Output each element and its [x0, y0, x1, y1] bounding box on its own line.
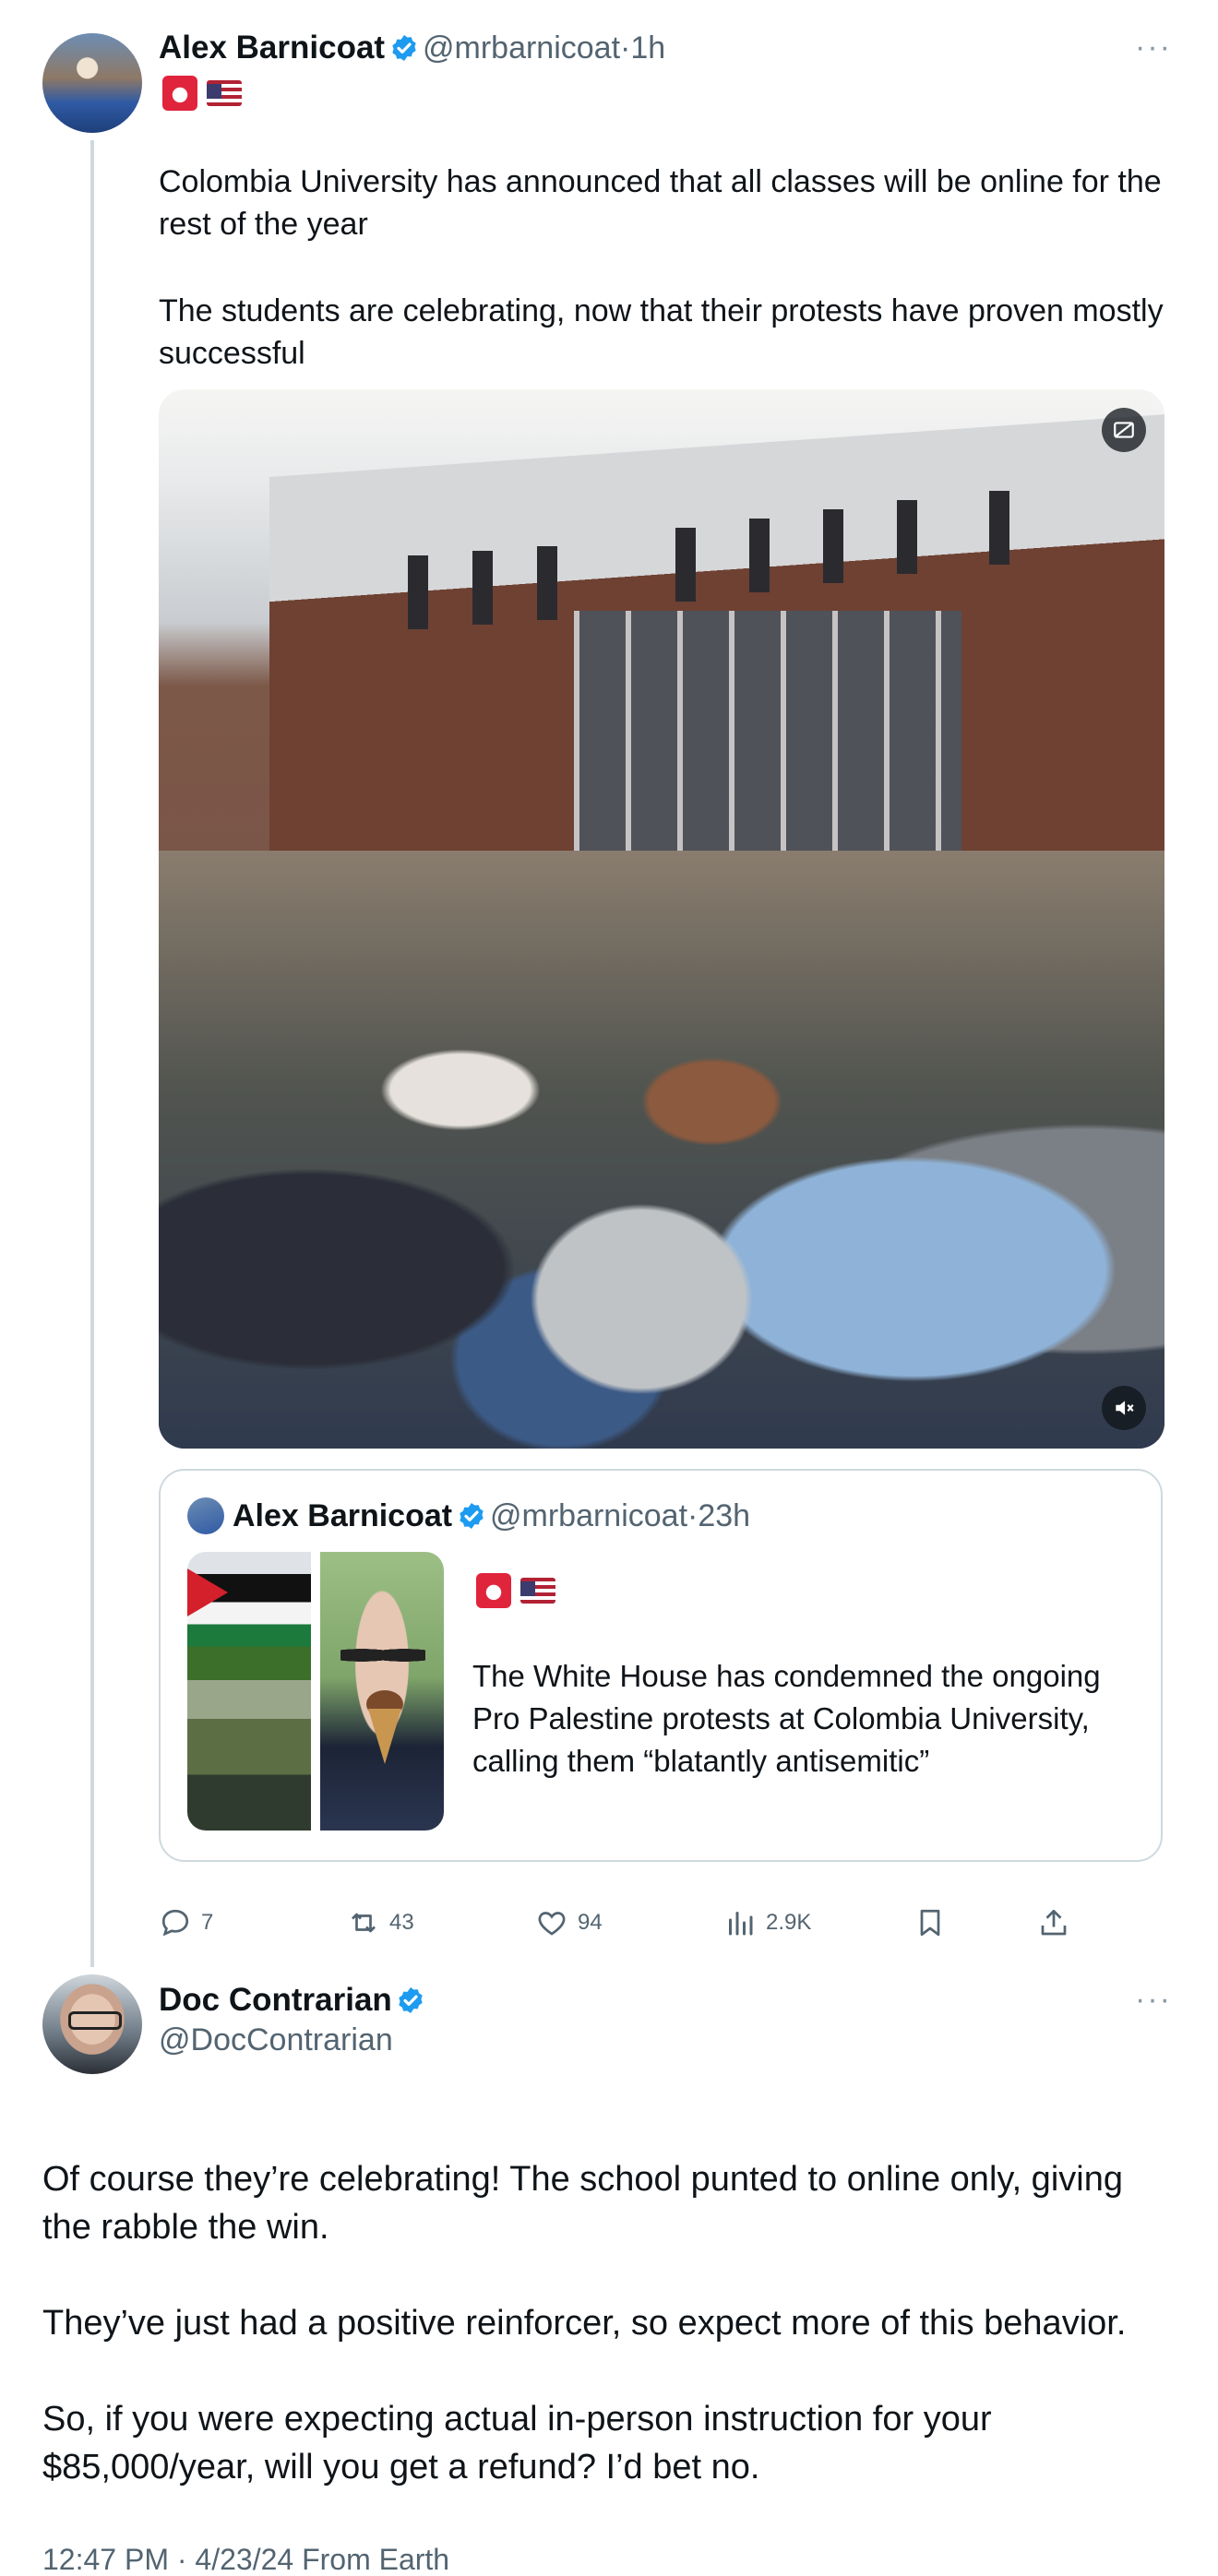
video-frame-window: [749, 519, 770, 592]
views-count: 2.9K: [766, 1910, 812, 1935]
heart-icon: [538, 1912, 566, 1936]
video-frame-crowd: [159, 851, 1164, 1449]
mute-icon[interactable]: [1102, 1386, 1146, 1430]
reply-text: Of course they’re celebrating! The schoo…: [42, 2155, 1177, 2539]
reply-paragraph-2: They’ve just had a positive reinforcer, …: [42, 2304, 1127, 2343]
repost-icon: [352, 1913, 376, 1933]
video-frame-window: [675, 528, 696, 602]
more-options-icon[interactable]: ···: [1135, 1982, 1172, 2018]
quoted-avatar: [187, 1497, 224, 1534]
views-chart-icon: [729, 1912, 753, 1936]
quoted-image-protest[interactable]: [187, 1552, 311, 1831]
video-frame-window: [537, 546, 557, 620]
video-frame-window: [472, 551, 493, 625]
video-frame-window: [823, 509, 843, 583]
reply-timestamp[interactable]: 12:47 PM · 4/23/24 From Earth: [42, 2543, 449, 2576]
quoted-post-time: 23h: [698, 1498, 751, 1533]
us-flag-emoji-icon: [520, 1578, 555, 1604]
ice-cream-cone: [368, 1709, 401, 1764]
post-header: Alex Barnicoat @mrbarnicoat·1h: [159, 28, 665, 75]
video-frame-window: [408, 555, 428, 629]
thread-connector-line: [90, 140, 94, 1967]
post-text-2: The students are celebrating, now that t…: [159, 293, 1173, 371]
quoted-post-header: Alex Barnicoat @mrbarnicoat·23h: [233, 1497, 750, 1542]
avatar[interactable]: [42, 33, 142, 133]
quoted-author-name: Alex Barnicoat: [233, 1498, 453, 1533]
us-flag-emoji-icon: [207, 80, 242, 106]
reply-paragraph-1: Of course they’re celebrating! The schoo…: [42, 2160, 1123, 2247]
video-frame-windows: [574, 611, 961, 888]
video-frame-window: [897, 500, 917, 574]
sunglasses-shape: [340, 1644, 425, 1666]
author-handle[interactable]: @DocContrarian: [159, 2022, 393, 2058]
quoted-image-person[interactable]: [320, 1552, 444, 1831]
separator-dot: ·: [687, 1498, 699, 1533]
author-name[interactable]: Alex Barnicoat: [159, 30, 385, 66]
siren-emoji-icon: [162, 76, 197, 111]
separator-dot: ·: [620, 30, 631, 66]
reply-paragraph-3: So, if you were expecting actual in-pers…: [42, 2400, 992, 2487]
like-count: 94: [578, 1910, 603, 1935]
reply-header: Doc Contrarian: [159, 1980, 425, 2027]
author-name[interactable]: Doc Contrarian: [159, 1982, 392, 2018]
bookmark-icon: [920, 1909, 940, 1937]
post-text-1: Colombia University has announced that a…: [159, 164, 1171, 242]
share-icon: [1041, 1909, 1067, 1936]
views-button[interactable]: 2.9K: [723, 1902, 811, 1943]
like-button[interactable]: 94: [535, 1902, 603, 1943]
reply-icon: [161, 1909, 189, 1937]
sensitive-content-icon[interactable]: [1102, 408, 1146, 452]
video-frame-window: [989, 491, 1009, 565]
quoted-post-text: The White House has condemned the ongoin…: [472, 1659, 1101, 1778]
more-options-icon[interactable]: ···: [1135, 30, 1172, 66]
bookmark-button[interactable]: [914, 1902, 947, 1943]
verified-badge-icon: [391, 35, 416, 61]
quoted-author-handle: @mrbarnicoat: [490, 1498, 688, 1533]
siren-emoji-icon: [476, 1573, 511, 1608]
verified-badge-icon: [399, 1987, 423, 2013]
repost-button[interactable]: 43: [347, 1902, 414, 1943]
avatar[interactable]: [42, 1974, 142, 2074]
profile-emojis: [162, 76, 242, 111]
repost-count: 43: [389, 1910, 414, 1935]
reply-count: 7: [201, 1910, 214, 1935]
verified-badge-icon: [459, 1503, 484, 1529]
reply-button[interactable]: 7: [159, 1902, 213, 1943]
author-handle[interactable]: @mrbarnicoat: [423, 30, 620, 66]
video-player[interactable]: [159, 389, 1164, 1449]
share-button[interactable]: [1037, 1902, 1070, 1943]
post-time[interactable]: 1h: [630, 30, 665, 66]
quoted-profile-emojis: [476, 1573, 555, 1608]
